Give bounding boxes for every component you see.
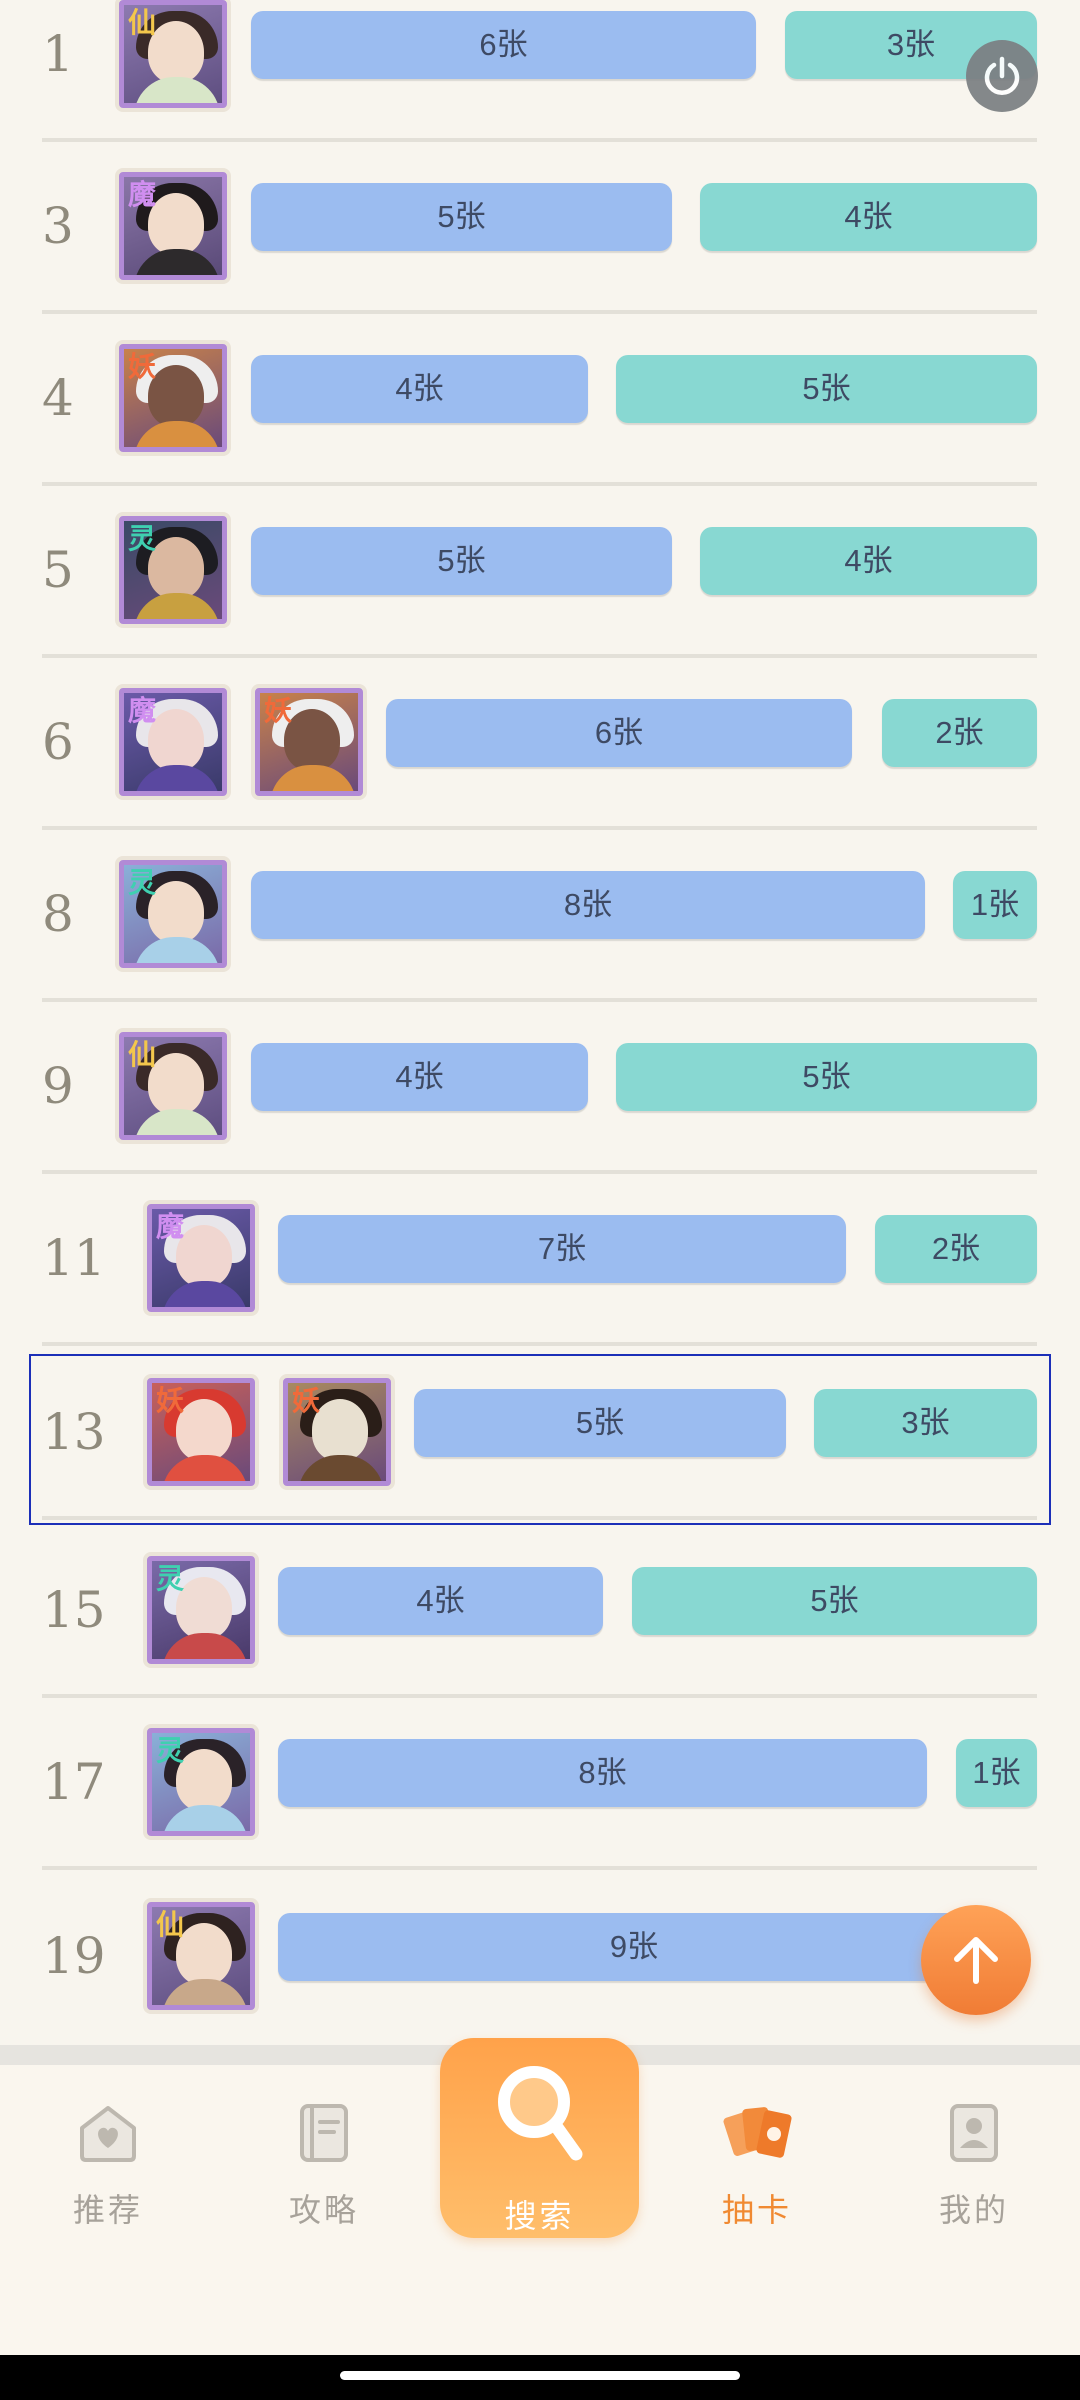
faction-tag: 灵 bbox=[127, 866, 156, 899]
tab-label: 搜索 bbox=[504, 2198, 575, 2234]
card-count-bar-blue: 7张 bbox=[278, 1215, 846, 1283]
home-indicator-pill[interactable] bbox=[340, 2371, 740, 2380]
list-item[interactable]: 11 魔 7张 2张 bbox=[42, 1174, 1037, 1346]
faction-tag: 妖 bbox=[155, 1384, 184, 1417]
card-count-bar-teal: 5张 bbox=[616, 355, 1037, 423]
rank-number: 17 bbox=[42, 1753, 106, 1811]
faction-tag: 仙 bbox=[155, 1908, 184, 1941]
faction-tag: 妖 bbox=[263, 694, 292, 727]
rank-number: 5 bbox=[42, 541, 74, 599]
rank-number: 3 bbox=[42, 197, 74, 255]
arrow-up-icon bbox=[954, 1937, 998, 1984]
rank-number: 6 bbox=[42, 713, 74, 771]
avatar[interactable]: 灵 bbox=[147, 1728, 255, 1836]
tab-recommend[interactable]: 推荐 bbox=[38, 2092, 178, 2242]
avatar[interactable]: 仙 bbox=[119, 1032, 227, 1140]
tab-guide[interactable]: 攻略 bbox=[254, 2092, 394, 2242]
list-item[interactable]: 8 灵 8张 1张 bbox=[42, 830, 1037, 1002]
list-item[interactable]: 19 仙 9张 bbox=[42, 1872, 1037, 2044]
heart-home-icon bbox=[80, 2106, 136, 2162]
list-item[interactable]: 6 魔 妖 6张 2张 bbox=[42, 658, 1037, 830]
avatar[interactable]: 灵 bbox=[119, 516, 227, 624]
faction-tag: 灵 bbox=[155, 1734, 184, 1767]
card-count-bar-blue: 8张 bbox=[251, 871, 925, 939]
avatar[interactable]: 仙 bbox=[147, 1902, 255, 2010]
profile-icon bbox=[950, 2104, 998, 2162]
faction-tag: 仙 bbox=[127, 6, 156, 39]
scroll-top-button[interactable] bbox=[921, 1905, 1031, 2015]
avatar[interactable]: 魔 bbox=[119, 172, 227, 280]
card-count-bar-teal: 5张 bbox=[632, 1567, 1037, 1635]
faction-tag: 灵 bbox=[127, 522, 156, 555]
search-icon bbox=[498, 2066, 583, 2161]
power-icon bbox=[984, 56, 1020, 95]
rank-number: 1 bbox=[42, 25, 74, 83]
card-count-bar-blue: 6张 bbox=[386, 699, 852, 767]
book-icon bbox=[300, 2104, 348, 2162]
faction-tag: 妖 bbox=[127, 350, 156, 383]
list-item[interactable]: 1 仙 6张 3张 bbox=[42, 0, 1037, 142]
list-item[interactable]: 4 妖 4张 5张 bbox=[42, 314, 1037, 486]
rank-number: 8 bbox=[42, 885, 74, 943]
draw-stats-list: 1 仙 6张 3张 3 魔 5张 4张 4 妖 4张 5张 5 灵 5张 4张 … bbox=[0, 0, 1080, 2045]
tab-draw[interactable]: 抽卡 bbox=[687, 2092, 827, 2242]
tab-search[interactable]: 搜索 bbox=[440, 2038, 639, 2238]
card-count-bar-teal: 1张 bbox=[953, 871, 1037, 939]
card-count-bar-blue: 5张 bbox=[414, 1389, 786, 1457]
card-count-bar-blue: 4张 bbox=[278, 1567, 603, 1635]
card-count-bar-teal: 2张 bbox=[875, 1215, 1037, 1283]
avatar[interactable]: 魔 bbox=[147, 1204, 255, 1312]
list-item[interactable]: 17 灵 8张 1张 bbox=[42, 1698, 1037, 1870]
rank-number: 9 bbox=[42, 1057, 74, 1115]
card-count-bar-blue: 9张 bbox=[278, 1913, 990, 1981]
list-item[interactable]: 5 灵 5张 4张 bbox=[42, 486, 1037, 658]
avatar[interactable]: 魔 bbox=[119, 688, 227, 796]
list-item[interactable]: 3 魔 5张 4张 bbox=[42, 142, 1037, 314]
card-count-bar-teal: 1张 bbox=[956, 1739, 1037, 1807]
card-count-bar-teal: 3张 bbox=[814, 1389, 1037, 1457]
card-count-bar-teal: 4张 bbox=[700, 527, 1037, 595]
rank-number: 4 bbox=[42, 369, 74, 427]
home-indicator bbox=[0, 2355, 1080, 2400]
list-item[interactable]: 13 妖 妖 5张 3张 bbox=[42, 1348, 1037, 1520]
list-item[interactable]: 9 仙 4张 5张 bbox=[42, 1002, 1037, 1174]
tab-label: 抽卡 bbox=[721, 2192, 792, 2228]
faction-tag: 妖 bbox=[291, 1384, 320, 1417]
card-count-bar-blue: 8张 bbox=[278, 1739, 927, 1807]
faction-tag: 仙 bbox=[127, 1038, 156, 1071]
card-count-bar-blue: 5张 bbox=[251, 183, 672, 251]
avatar[interactable]: 灵 bbox=[147, 1556, 255, 1664]
rank-number: 11 bbox=[42, 1229, 106, 1287]
avatar[interactable]: 仙 bbox=[119, 0, 227, 108]
avatar[interactable]: 妖 bbox=[147, 1378, 255, 1486]
avatar[interactable]: 灵 bbox=[119, 860, 227, 968]
cards-icon bbox=[723, 2107, 792, 2158]
faction-tag: 魔 bbox=[127, 694, 156, 727]
avatar[interactable]: 妖 bbox=[255, 688, 363, 796]
card-count-bar-blue: 4张 bbox=[251, 355, 588, 423]
faction-tag: 魔 bbox=[155, 1210, 184, 1243]
tab-label: 我的 bbox=[938, 2192, 1009, 2228]
rank-number: 13 bbox=[42, 1403, 106, 1461]
card-count-bar-blue: 5张 bbox=[251, 527, 672, 595]
tab-label: 攻略 bbox=[288, 2192, 359, 2228]
avatar[interactable]: 妖 bbox=[119, 344, 227, 452]
rank-number: 15 bbox=[42, 1581, 106, 1639]
card-count-bar-blue: 6张 bbox=[251, 11, 756, 79]
tab-label: 推荐 bbox=[72, 2192, 143, 2228]
card-count-bar-teal: 5张 bbox=[616, 1043, 1037, 1111]
list-item[interactable]: 15 灵 4张 5张 bbox=[42, 1526, 1037, 1698]
card-count-bar-teal: 4张 bbox=[700, 183, 1037, 251]
faction-tag: 灵 bbox=[155, 1562, 184, 1595]
card-count-bar-blue: 4张 bbox=[251, 1043, 588, 1111]
tab-mine[interactable]: 我的 bbox=[904, 2092, 1044, 2242]
card-count-bar-teal: 2张 bbox=[882, 699, 1037, 767]
avatar[interactable]: 妖 bbox=[283, 1378, 391, 1486]
power-button[interactable] bbox=[966, 40, 1038, 112]
faction-tag: 魔 bbox=[127, 178, 156, 211]
rank-number: 19 bbox=[42, 1927, 106, 1985]
